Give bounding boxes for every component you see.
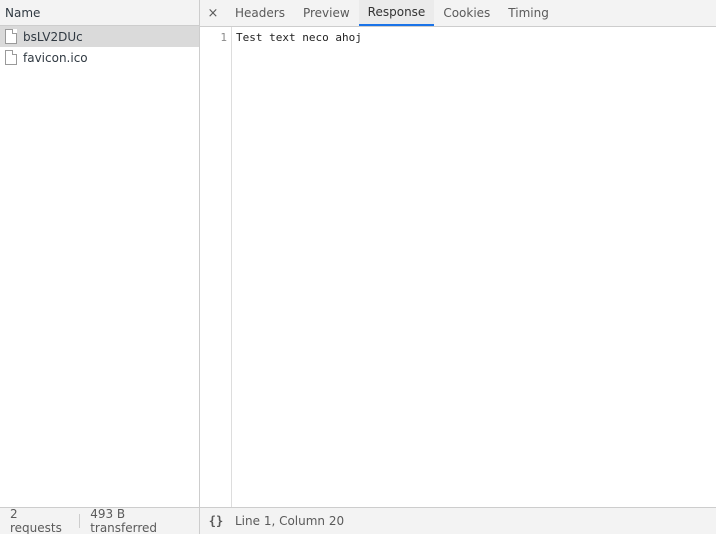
request-detail-panel: × Headers Preview Response Cookies Timin… [200, 0, 716, 507]
detail-tabbar: × Headers Preview Response Cookies Timin… [200, 0, 716, 27]
name-column-header[interactable]: Name [0, 0, 199, 26]
status-bar: 2 requests 493 B transferred {} Line 1, … [0, 507, 716, 534]
request-row-favicon[interactable]: favicon.ico [0, 47, 199, 68]
request-count: 2 requests [10, 507, 62, 534]
line-number: 1 [220, 31, 227, 44]
document-icon [5, 50, 17, 65]
cursor-position: Line 1, Column 20 [235, 514, 345, 528]
line-number-gutter: 1 [200, 27, 232, 507]
request-name: bsLV2DUc [23, 29, 83, 44]
request-row-bslv2duc[interactable]: bsLV2DUc [0, 26, 199, 47]
request-name: favicon.ico [23, 50, 88, 65]
pretty-print-button[interactable]: {} [200, 514, 232, 528]
editor-status: {} Line 1, Column 20 [200, 508, 344, 534]
tab-cookies[interactable]: Cookies [434, 0, 499, 26]
document-icon [5, 29, 17, 44]
transferred-size: 493 B transferred [90, 507, 158, 534]
tab-headers[interactable]: Headers [226, 0, 294, 26]
close-icon[interactable]: × [200, 0, 226, 26]
tab-response[interactable]: Response [358, 0, 435, 26]
request-list-panel: Name bsLV2DUc favicon.ico [0, 0, 200, 507]
response-viewer[interactable]: 1 Test text neco ahoj [200, 27, 716, 507]
tab-preview[interactable]: Preview [294, 0, 359, 26]
network-summary: 2 requests 493 B transferred [0, 507, 200, 534]
tab-timing[interactable]: Timing [499, 0, 558, 26]
name-column-label: Name [5, 5, 41, 20]
response-content[interactable]: Test text neco ahoj [232, 27, 716, 507]
